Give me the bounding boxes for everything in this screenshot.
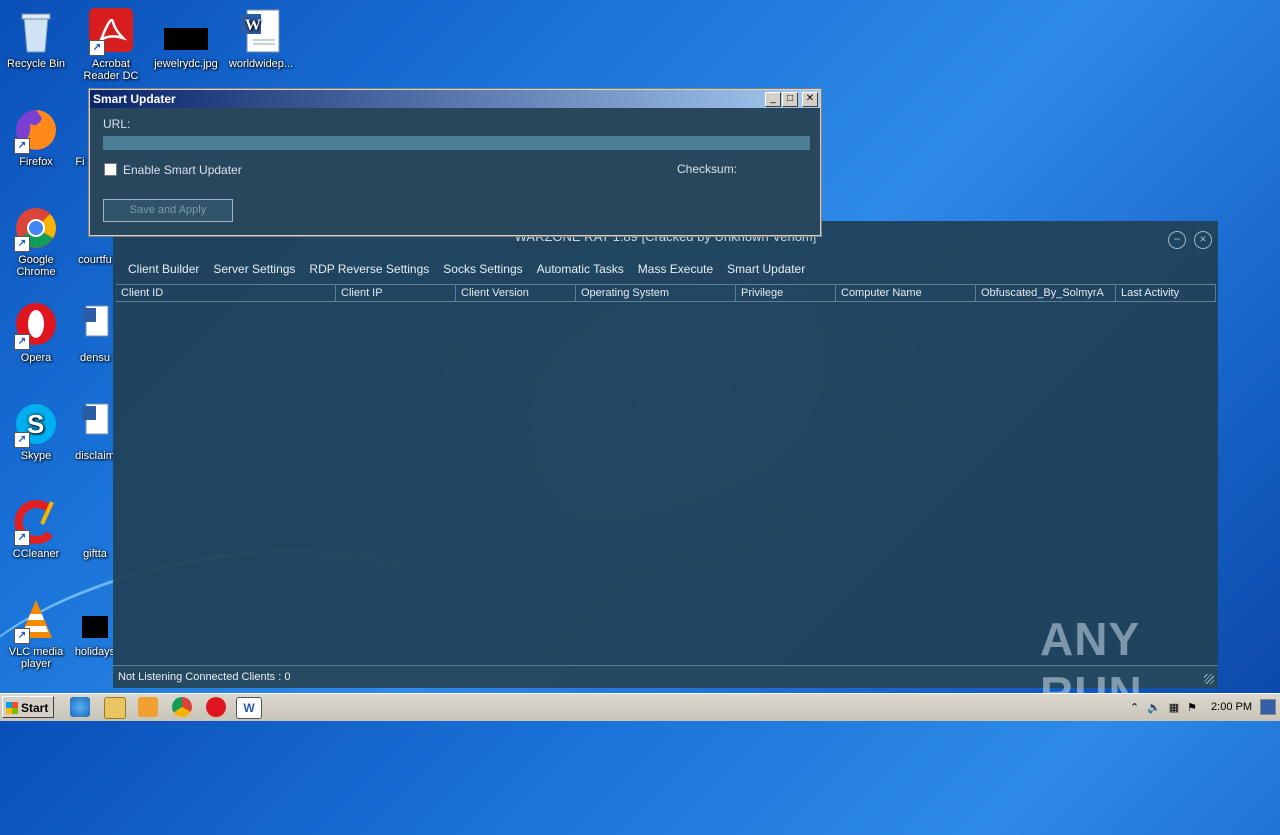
- chrome-icon[interactable]: [172, 697, 192, 717]
- menu-automatic-tasks[interactable]: Automatic Tasks: [530, 262, 631, 276]
- resize-grip-icon[interactable]: [1204, 674, 1214, 684]
- column-privilege[interactable]: Privilege: [736, 285, 836, 301]
- system-tray: ⌃ 🔈 ▦ ⚑ 2:00 PM: [1130, 696, 1252, 718]
- shortcut-arrow-icon: ↗: [14, 432, 30, 448]
- word-document-icon: [80, 302, 110, 350]
- column-operating-system[interactable]: Operating System: [576, 285, 736, 301]
- desktop-icon-label: Opera: [20, 352, 52, 364]
- desktop-icon-ccleaner[interactable]: ↗ CCleaner: [0, 498, 72, 560]
- enable-smart-updater-checkbox[interactable]: [104, 163, 117, 176]
- checksum-label: Checksum:: [677, 162, 738, 176]
- opera-icon[interactable]: [206, 697, 226, 717]
- menu-socks-settings[interactable]: Socks Settings: [436, 262, 529, 276]
- clock[interactable]: 2:00 PM: [1205, 701, 1252, 713]
- action-center-flag-icon[interactable]: ⚑: [1187, 701, 1197, 714]
- start-label: Start: [21, 701, 49, 715]
- column-computer-name[interactable]: Computer Name: [836, 285, 976, 301]
- image-file-icon: [162, 8, 210, 56]
- ccleaner-icon: ↗: [12, 498, 60, 546]
- smart-updater-dialog[interactable]: Smart Updater _ □ ✕ URL: Enable Smart Up…: [89, 89, 821, 236]
- image-file-icon: [80, 596, 110, 644]
- skype-icon: S ↗: [12, 400, 60, 448]
- volume-icon[interactable]: 🔈: [1147, 701, 1161, 714]
- caption-buttons: _ □ ✕: [765, 92, 818, 107]
- menu-rdp-reverse-settings[interactable]: RDP Reverse Settings: [302, 262, 436, 276]
- start-button[interactable]: Start: [2, 696, 54, 718]
- show-hidden-icons-icon[interactable]: ⌃: [1130, 701, 1139, 714]
- desktop-icon-opera[interactable]: ↗ Opera: [0, 302, 72, 364]
- svg-text:W: W: [245, 17, 261, 34]
- desktop-icon-vlc[interactable]: ↗ VLC media player: [0, 596, 72, 670]
- desktop-icon-acrobat[interactable]: ↗ Acrobat Reader DC: [75, 8, 147, 82]
- desktop-icon-worldwidep[interactable]: W worldwidep...: [225, 8, 297, 70]
- menu-mass-execute[interactable]: Mass Execute: [631, 262, 720, 276]
- show-desktop-button[interactable]: [1260, 699, 1276, 715]
- desktop-icon-skype[interactable]: S ↗ Skype: [0, 400, 72, 462]
- acrobat-icon: ↗: [87, 8, 135, 56]
- desktop-icon-jewelrydc[interactable]: jewelrydc.jpg: [150, 8, 222, 70]
- ie-icon[interactable]: [70, 697, 90, 717]
- client-table-header: Client ID Client IP Client Version Opera…: [116, 284, 1216, 302]
- desktop-icon-label: jewelrydc.jpg: [154, 58, 218, 70]
- shortcut-arrow-icon: ↗: [14, 334, 30, 350]
- firefox-icon: ↗: [12, 106, 60, 154]
- dialog-title: Smart Updater: [90, 90, 820, 108]
- save-and-apply-button[interactable]: Save and Apply: [103, 199, 233, 222]
- shortcut-arrow-icon: ↗: [89, 40, 105, 56]
- taskbar: Start W ⌃ 🔈 ▦ ⚑ 2:00 PM: [0, 693, 1280, 721]
- menu-client-builder[interactable]: Client Builder: [121, 262, 206, 276]
- column-client-ip[interactable]: Client IP: [336, 285, 456, 301]
- url-label: URL:: [103, 117, 131, 131]
- desktop-icon-chrome[interactable]: ↗ Google Chrome: [0, 204, 72, 278]
- desktop-icon-label: Google Chrome: [16, 254, 56, 278]
- desktop-icon-label: Skype: [20, 450, 52, 462]
- column-obfuscated[interactable]: Obfuscated_By_SolmyrA: [976, 285, 1116, 301]
- enable-smart-updater-label: Enable Smart Updater: [123, 163, 242, 177]
- close-icon[interactable]: ✕: [802, 92, 818, 107]
- desktop-icon-label: VLC media player: [8, 646, 64, 670]
- desktop-icon-label: Acrobat Reader DC: [83, 58, 139, 82]
- menu-bar: Client Builder Server Settings RDP Rever…: [121, 262, 812, 276]
- minimize-icon[interactable]: _: [765, 92, 781, 107]
- menu-smart-updater[interactable]: Smart Updater: [720, 262, 812, 276]
- maximize-icon[interactable]: □: [782, 92, 798, 107]
- explorer-icon[interactable]: [104, 697, 126, 719]
- file-icon: [80, 498, 110, 546]
- vlc-cone-icon: ↗: [12, 596, 60, 644]
- close-circle-icon[interactable]: ×: [1194, 231, 1212, 249]
- desktop-icon-recycle-bin[interactable]: Recycle Bin: [0, 8, 72, 70]
- column-client-id[interactable]: Client ID: [116, 285, 336, 301]
- menu-server-settings[interactable]: Server Settings: [206, 262, 302, 276]
- shortcut-arrow-icon: ↗: [14, 530, 30, 546]
- media-player-icon[interactable]: [138, 697, 158, 717]
- recycle-bin-icon: [12, 8, 60, 56]
- desktop-icon-label: Recycle Bin: [6, 58, 66, 70]
- desktop-icon-label: CCleaner: [12, 548, 60, 560]
- network-icon[interactable]: ▦: [1169, 701, 1179, 714]
- shortcut-arrow-icon: ↗: [14, 236, 30, 252]
- url-input[interactable]: [103, 136, 810, 150]
- opera-icon: ↗: [12, 302, 60, 350]
- anyrun-watermark: ANY RUN: [1040, 613, 1142, 719]
- column-last-activity[interactable]: Last Activity: [1116, 285, 1216, 301]
- chrome-icon: ↗: [12, 204, 60, 252]
- shortcut-arrow-icon: ↗: [14, 138, 30, 154]
- minimize-circle-icon[interactable]: −: [1168, 231, 1186, 249]
- word-document-icon: [80, 400, 110, 448]
- windows-logo-icon: [6, 702, 18, 714]
- word-document-icon: W: [237, 8, 285, 56]
- desktop-icon-label: worldwidep...: [228, 58, 294, 70]
- column-client-version[interactable]: Client Version: [456, 285, 576, 301]
- shortcut-arrow-icon: ↗: [14, 628, 30, 644]
- word-icon[interactable]: W: [236, 697, 262, 719]
